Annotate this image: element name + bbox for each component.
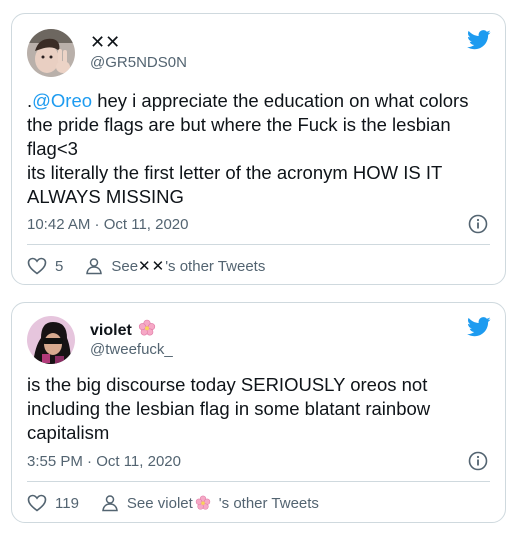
like-button[interactable]: 5 [27,257,63,275]
mention-link[interactable]: @Oreo [32,90,92,111]
like-count: 5 [55,257,64,275]
person-icon [86,258,103,275]
timestamp[interactable]: 3:55 PM · Oct 11, 2020 [27,453,181,470]
info-icon[interactable] [468,451,488,471]
twitter-bird-icon[interactable] [467,317,491,337]
heart-icon [27,257,47,275]
person-icon [102,495,118,512]
handle[interactable]: @tweefuck_ [90,341,173,358]
tweet-text: is the big discourse today SERIOUSLY ore… [27,374,431,443]
divider [27,244,490,245]
tweet-actions: 5 See ✕✕'s other Tweets [27,254,490,278]
see-other-tweets-link[interactable]: See violet 's other Tweets [101,494,319,512]
like-button[interactable]: 119 [27,494,79,512]
tweet-text: .@Oreo hey i appreciate the education on… [27,90,469,207]
avatar[interactable] [27,29,75,77]
divider [27,481,490,482]
cherry-blossom-icon [195,495,210,510]
heart-icon [27,494,47,512]
display-name[interactable]: violet [90,319,158,340]
twitter-bird-icon[interactable] [467,30,491,50]
like-count: 119 [55,494,79,512]
tweet-card[interactable]: violet @tweefuck_ is the big discourse t… [11,302,506,523]
see-other-tweets-link[interactable]: See ✕✕'s other Tweets [85,257,265,275]
display-name[interactable]: ✕✕ [90,32,120,53]
cherry-blossom-icon [139,319,156,336]
avatar[interactable] [27,316,75,364]
tweet-actions: 119 See violet 's other Tweets [27,491,490,515]
info-icon[interactable] [468,214,488,234]
timestamp[interactable]: 10:42 AM · Oct 11, 2020 [27,216,188,233]
handle[interactable]: @GR5NDS0N [90,54,187,71]
tweet-card[interactable]: ✕✕ @GR5NDS0N .@Oreo hey i appreciate the… [11,13,506,285]
